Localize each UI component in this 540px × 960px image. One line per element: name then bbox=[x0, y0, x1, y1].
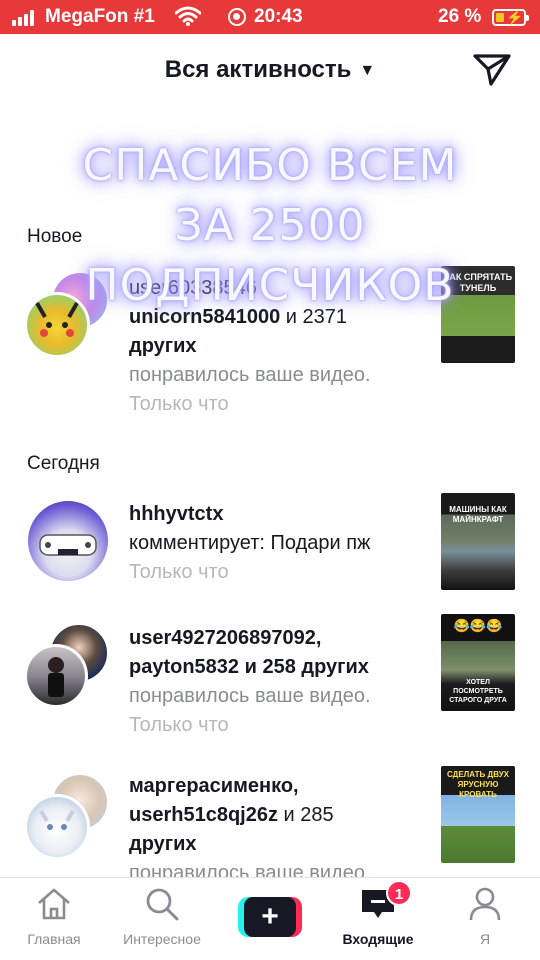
search-icon bbox=[146, 888, 179, 921]
avatar-group[interactable] bbox=[22, 620, 112, 710]
inbox-badge: 1 bbox=[386, 880, 412, 906]
thumbnail-caption: СДЕЛАТЬ ДВУХ ЯРУСНУЮ КРОВАТЬ bbox=[446, 770, 510, 799]
charging-bolt-icon: ⚡ bbox=[506, 9, 524, 25]
comment-text: комментирует: Подари пж bbox=[129, 532, 371, 554]
section-new-label: Новое bbox=[27, 226, 83, 247]
home-icon bbox=[38, 888, 70, 920]
overlay-line-1: СПАСИБО ВСЕМ bbox=[82, 140, 458, 191]
thumbnail-caption: КАК СПРЯТАТЬ ТУНЕЛЬ bbox=[443, 272, 513, 293]
video-thumbnail[interactable]: 😂😂😂 ХОТЕЛ ПОСМОТРЕТЬ СТАРОГО ДРУГА bbox=[441, 614, 515, 711]
video-thumbnail[interactable]: КАК СПРЯТАТЬ ТУНЕЛЬ bbox=[441, 266, 515, 363]
avatar bbox=[24, 292, 90, 358]
action-text: понравилось ваше видео. bbox=[129, 685, 371, 707]
nav-discover[interactable]: Интересное bbox=[112, 886, 212, 947]
wifi-icon bbox=[175, 6, 201, 26]
section-today-label: Сегодня bbox=[27, 453, 100, 474]
signal-icon bbox=[12, 10, 38, 26]
page-title: Вся активность bbox=[164, 56, 352, 83]
others-count: и 258 других bbox=[239, 656, 369, 678]
status-bar: MegaFon #1 20:43 26 % ⚡ bbox=[0, 0, 540, 34]
avatar-group[interactable] bbox=[22, 772, 112, 862]
username[interactable]: user60338546 bbox=[129, 274, 425, 303]
username[interactable]: user4927206897092, bbox=[129, 624, 425, 653]
username[interactable]: hhhyvtctx bbox=[129, 500, 425, 529]
others-count: и 285 bbox=[277, 804, 334, 826]
nav-profile[interactable]: Я bbox=[460, 886, 510, 947]
avatar bbox=[24, 644, 88, 708]
username[interactable]: payton5832 bbox=[129, 656, 239, 678]
header: Вся активность ▼ bbox=[0, 34, 540, 110]
thumbnail-caption: ХОТЕЛ ПОСМОТРЕТЬ СТАРОГО ДРУГА bbox=[449, 679, 507, 704]
carrier-name: MegaFon #1 bbox=[45, 6, 155, 27]
profile-icon bbox=[469, 887, 501, 921]
nav-discover-label: Интересное bbox=[123, 931, 201, 947]
nav-home-label: Главная bbox=[27, 931, 81, 947]
others-label: других bbox=[129, 335, 197, 357]
username[interactable]: userh51c8qj26z bbox=[129, 804, 278, 826]
battery-percent: 26 % bbox=[438, 6, 482, 27]
nav-profile-label: Я bbox=[479, 931, 491, 947]
bottom-nav: Главная Интересное + Входящие Я bbox=[0, 877, 540, 960]
video-thumbnail[interactable]: МАШИНЫ КАК МАЙНКРАФТ bbox=[441, 493, 515, 590]
nav-inbox-label: Входящие bbox=[342, 931, 414, 947]
video-thumbnail[interactable]: СДЕЛАТЬ ДВУХ ЯРУСНУЮ КРОВАТЬ bbox=[441, 766, 515, 863]
thumbnail-caption: МАШИНЫ КАК МАЙНКРАФТ bbox=[449, 505, 507, 524]
screen-record-icon bbox=[228, 8, 246, 26]
others-label: других bbox=[129, 833, 197, 855]
timestamp: Только что bbox=[129, 561, 229, 583]
caret-down-icon: ▼ bbox=[359, 61, 376, 79]
timestamp: Только что bbox=[129, 393, 229, 415]
thumbnail-emoji: 😂😂😂 bbox=[453, 618, 503, 633]
username[interactable]: unicorn5841000 bbox=[129, 306, 280, 328]
create-button[interactable]: + bbox=[238, 897, 302, 937]
avatar-group[interactable] bbox=[22, 270, 112, 360]
nav-home[interactable]: Главная bbox=[18, 886, 90, 947]
action-text: понравилось ваше видео. bbox=[129, 364, 371, 386]
activity-filter-dropdown[interactable]: Вся активность ▼ bbox=[0, 56, 540, 84]
others-count: и 2371 bbox=[280, 306, 347, 328]
clock: 20:43 bbox=[254, 6, 303, 27]
timestamp: Только что bbox=[129, 714, 229, 736]
plus-icon: + bbox=[244, 897, 296, 937]
direct-message-icon[interactable] bbox=[470, 50, 514, 90]
avatar[interactable] bbox=[25, 498, 111, 584]
avatar bbox=[24, 794, 90, 860]
username[interactable]: маргерасименко, bbox=[129, 772, 425, 801]
